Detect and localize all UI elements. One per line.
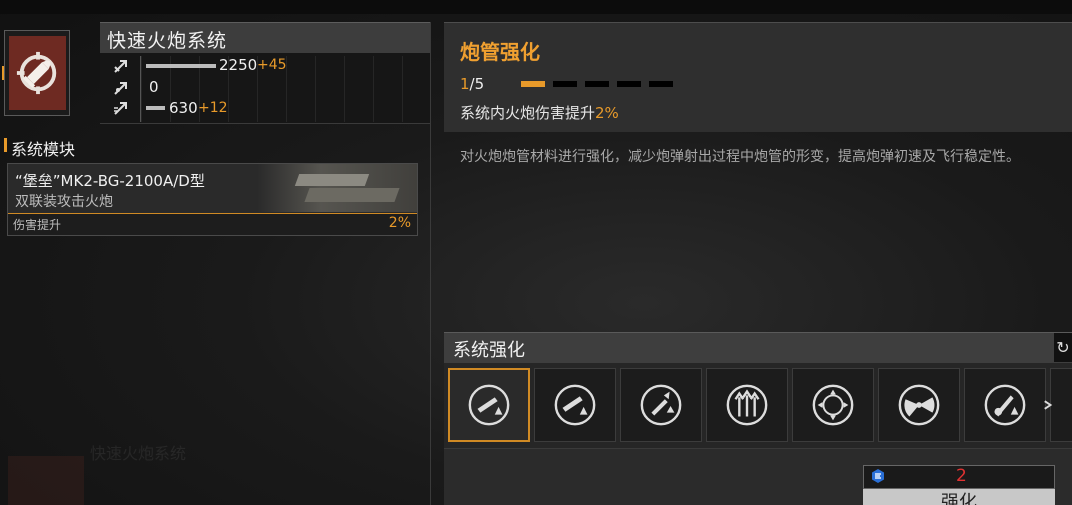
penetration-stat-icon [112,80,130,96]
enhance-title: 系统强化 [453,340,525,361]
rate-stat-value: 630 [169,99,198,117]
effect-value: 2% [595,104,619,122]
attack-stat-bonus: +45 [257,57,287,73]
effect-text: 系统内火炮伤害提升2% [460,102,619,123]
barrel-upgrade-icon [468,384,510,426]
triple-arrow-icon [726,384,768,426]
radar-icon [898,384,940,426]
module-stat-bar: 伤害提升 2% [8,213,417,235]
system-title: 快速火炮系统 [107,30,228,52]
module-card[interactable]: “堡垒”MK2-BG-2100A/D型 双联装攻击火炮 伤害提升 2% [7,163,418,236]
detail-description: 对火炮炮管材料进行强化，减少炮弹射出过程中炮管的形变，提高炮弹初速及飞行稳定性。 [460,149,1020,165]
detail-title: 炮管强化 [460,40,540,64]
refresh-icon: ↻ [1056,338,1070,357]
rate-stat-bonus: +12 [198,100,228,116]
strengthen-button[interactable]: 强化 [863,489,1055,505]
level-indicator: 1/5 [460,75,484,93]
enhance-header [444,332,1072,363]
background-ghost-icon [8,456,84,505]
background-ghost-title: 快速火炮系统 [90,444,187,463]
module-name: “堡垒”MK2-BG-2100A/D型 [15,172,205,190]
module-stat-label: 伤害提升 [13,218,62,232]
cost-value: 2 [956,466,967,486]
section-marker [4,138,7,152]
enhance-slot[interactable] [878,368,960,442]
module-subtitle: 双联装攻击火炮 [15,194,113,210]
enhance-slot[interactable] [1044,368,1072,442]
enhance-slot[interactable] [620,368,702,442]
enhance-slot[interactable] [448,368,530,442]
attack-stat-icon [112,58,130,74]
partial-slot-icon [1044,400,1053,410]
cannon-boost-icon [554,384,596,426]
level-segment [521,81,545,87]
rate-stat-icon [112,100,130,116]
attack-stat-bar [146,64,216,68]
rate-stat-bar [146,106,165,110]
level-segment [553,81,577,87]
crosshair-icon [812,384,854,426]
attack-stat-value: 2250 [219,56,258,74]
level-segment [617,81,641,87]
shell-upgrade-icon [640,384,682,426]
module-stat-value: 2% [388,215,411,231]
enhance-slot[interactable] [964,368,1046,442]
bullet-target-icon [16,51,56,95]
modules-section-title: 系统模块 [11,140,76,159]
level-segment [585,81,609,87]
level-max: /5 [469,75,485,93]
enhance-slot[interactable] [706,368,788,442]
level-segment [649,81,673,87]
rapid-cannon-system-icon[interactable] [9,36,66,110]
top-bar [0,0,1072,14]
enhance-slot[interactable] [792,368,874,442]
enhance-slot[interactable] [534,368,616,442]
refresh-button[interactable]: ↻ [1054,333,1072,362]
penetration-stat-value: 0 [149,78,159,96]
level-current: 1 [460,75,470,93]
cannon-module-image [257,164,417,212]
guitar-cannon-icon [984,384,1026,426]
effect-prefix: 系统内火炮伤害提升 [460,104,596,122]
panel-divider [430,22,431,505]
currency-icon [870,468,886,484]
